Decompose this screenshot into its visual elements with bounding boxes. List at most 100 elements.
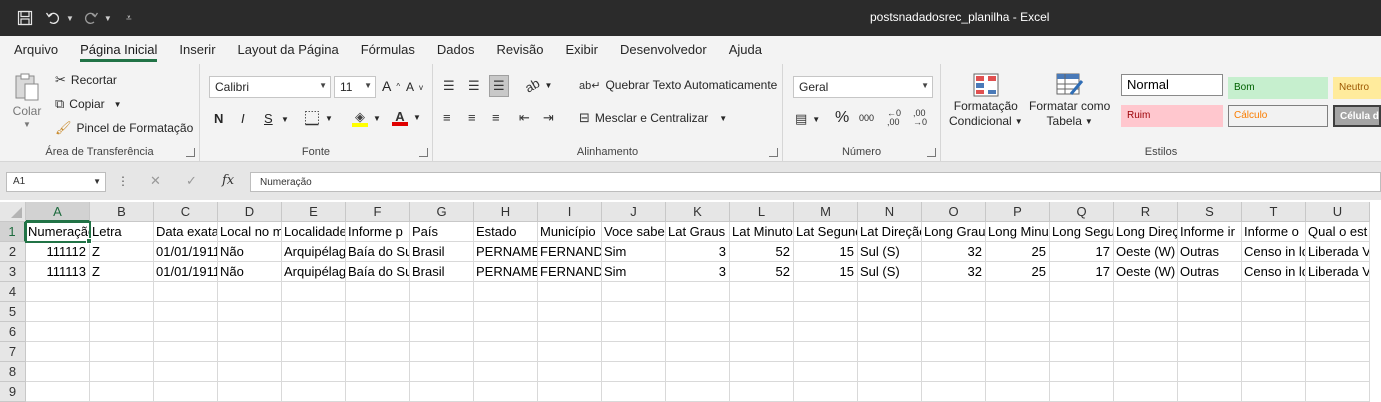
cell-g9[interactable] xyxy=(410,382,474,402)
row-header-4[interactable]: 4 xyxy=(0,282,26,302)
thousands-button[interactable]: 000 xyxy=(859,113,874,123)
cell-k9[interactable] xyxy=(666,382,730,402)
select-all-button[interactable] xyxy=(0,202,26,222)
cell-e8[interactable] xyxy=(282,362,346,382)
align-right-button[interactable]: ≡ xyxy=(492,110,500,125)
italic-button[interactable]: I xyxy=(241,111,245,126)
cell-l6[interactable] xyxy=(730,322,794,342)
cell-h6[interactable] xyxy=(474,322,538,342)
cell-t7[interactable] xyxy=(1242,342,1306,362)
cell-c2[interactable]: 01/01/1911 xyxy=(154,242,218,262)
cell-c5[interactable] xyxy=(154,302,218,322)
row-header-7[interactable]: 7 xyxy=(0,342,26,362)
cell-g2[interactable]: Brasil xyxy=(410,242,474,262)
cell-b1[interactable]: Letra xyxy=(90,222,154,242)
cell-q7[interactable] xyxy=(1050,342,1114,362)
cell-i1[interactable]: Município xyxy=(538,222,602,242)
conditional-formatting-button[interactable]: Formatação Condicional ▼ xyxy=(949,72,1023,128)
copy-dropdown-icon[interactable]: ▼ xyxy=(114,100,122,109)
cell-r3[interactable]: Oeste (W) xyxy=(1114,262,1178,282)
cell-h1[interactable]: Estado xyxy=(474,222,538,242)
cell-j4[interactable] xyxy=(602,282,666,302)
tab-revisao[interactable]: Revisão xyxy=(488,36,553,64)
column-header-d[interactable]: D xyxy=(218,202,282,222)
cell-e3[interactable]: Arquipélago xyxy=(282,262,346,282)
cell-k7[interactable] xyxy=(666,342,730,362)
tab-formulas[interactable]: Fórmulas xyxy=(352,36,424,64)
column-header-e[interactable]: E xyxy=(282,202,346,222)
underline-button[interactable]: S xyxy=(264,111,273,126)
column-header-u[interactable]: U xyxy=(1306,202,1370,222)
cell-d9[interactable] xyxy=(218,382,282,402)
clipboard-launcher-icon[interactable] xyxy=(186,148,195,157)
cell-m4[interactable] xyxy=(794,282,858,302)
cell-o2[interactable]: 32 xyxy=(922,242,986,262)
cell-e1[interactable]: Localidade xyxy=(282,222,346,242)
tab-ajuda[interactable]: Ajuda xyxy=(720,36,771,64)
cell-u7[interactable] xyxy=(1306,342,1370,362)
column-header-k[interactable]: K xyxy=(666,202,730,222)
cell-p5[interactable] xyxy=(986,302,1050,322)
row-header-3[interactable]: 3 xyxy=(0,262,26,282)
cell-s7[interactable] xyxy=(1178,342,1242,362)
cell-c3[interactable]: 01/01/1911 xyxy=(154,262,218,282)
tab-inserir[interactable]: Inserir xyxy=(170,36,224,64)
cell-k5[interactable] xyxy=(666,302,730,322)
cell-g8[interactable] xyxy=(410,362,474,382)
cell-b8[interactable] xyxy=(90,362,154,382)
cell-k1[interactable]: Lat Graus xyxy=(666,222,730,242)
column-header-i[interactable]: I xyxy=(538,202,602,222)
cell-s1[interactable]: Informe ir xyxy=(1178,222,1242,242)
cell-g6[interactable] xyxy=(410,322,474,342)
borders-button[interactable]: ▼ xyxy=(304,110,333,126)
cell-l5[interactable] xyxy=(730,302,794,322)
percent-button[interactable]: % xyxy=(835,109,849,127)
decrease-font-button[interactable]: Av xyxy=(406,80,423,94)
cut-button[interactable]: ✂ Recortar xyxy=(55,72,117,88)
cell-o5[interactable] xyxy=(922,302,986,322)
column-header-r[interactable]: R xyxy=(1114,202,1178,222)
cell-g3[interactable]: Brasil xyxy=(410,262,474,282)
cell-s3[interactable]: Outras xyxy=(1178,262,1242,282)
fill-handle[interactable] xyxy=(86,238,92,244)
tab-layout-da-pagina[interactable]: Layout da Página xyxy=(229,36,348,64)
cell-o9[interactable] xyxy=(922,382,986,402)
style-celula-de-verificacao[interactable]: Célula de xyxy=(1333,105,1381,127)
cell-j7[interactable] xyxy=(602,342,666,362)
cell-m8[interactable] xyxy=(794,362,858,382)
cell-f4[interactable] xyxy=(346,282,410,302)
column-header-l[interactable]: L xyxy=(730,202,794,222)
cell-l9[interactable] xyxy=(730,382,794,402)
wrap-text-button[interactable]: ab↵ Quebrar Texto Automaticamente xyxy=(579,78,777,92)
cell-t9[interactable] xyxy=(1242,382,1306,402)
cell-h4[interactable] xyxy=(474,282,538,302)
row-header-8[interactable]: 8 xyxy=(0,362,26,382)
cell-k2[interactable]: 3 xyxy=(666,242,730,262)
cell-n4[interactable] xyxy=(858,282,922,302)
cell-a9[interactable] xyxy=(26,382,90,402)
font-color-button[interactable]: A ▼ xyxy=(392,109,421,126)
cell-m1[interactable]: Lat Segundo xyxy=(794,222,858,242)
cell-q9[interactable] xyxy=(1050,382,1114,402)
cell-t8[interactable] xyxy=(1242,362,1306,382)
insert-function-icon[interactable]: fx xyxy=(222,173,234,188)
cell-t5[interactable] xyxy=(1242,302,1306,322)
cell-o7[interactable] xyxy=(922,342,986,362)
column-header-c[interactable]: C xyxy=(154,202,218,222)
cell-r9[interactable] xyxy=(1114,382,1178,402)
cell-c1[interactable]: Data exata xyxy=(154,222,218,242)
cell-a6[interactable] xyxy=(26,322,90,342)
column-header-a[interactable]: A xyxy=(26,202,90,222)
cell-p1[interactable]: Long Minu xyxy=(986,222,1050,242)
cell-o1[interactable]: Long Graus xyxy=(922,222,986,242)
column-header-n[interactable]: N xyxy=(858,202,922,222)
cell-e6[interactable] xyxy=(282,322,346,342)
font-name-combo[interactable]: Calibri ▼ xyxy=(209,76,331,98)
cell-b9[interactable] xyxy=(90,382,154,402)
cell-h8[interactable] xyxy=(474,362,538,382)
cell-k4[interactable] xyxy=(666,282,730,302)
cell-r6[interactable] xyxy=(1114,322,1178,342)
paste-button[interactable]: Colar ▼ xyxy=(12,72,42,129)
cell-f8[interactable] xyxy=(346,362,410,382)
cell-t2[interactable]: Censo in lo xyxy=(1242,242,1306,262)
